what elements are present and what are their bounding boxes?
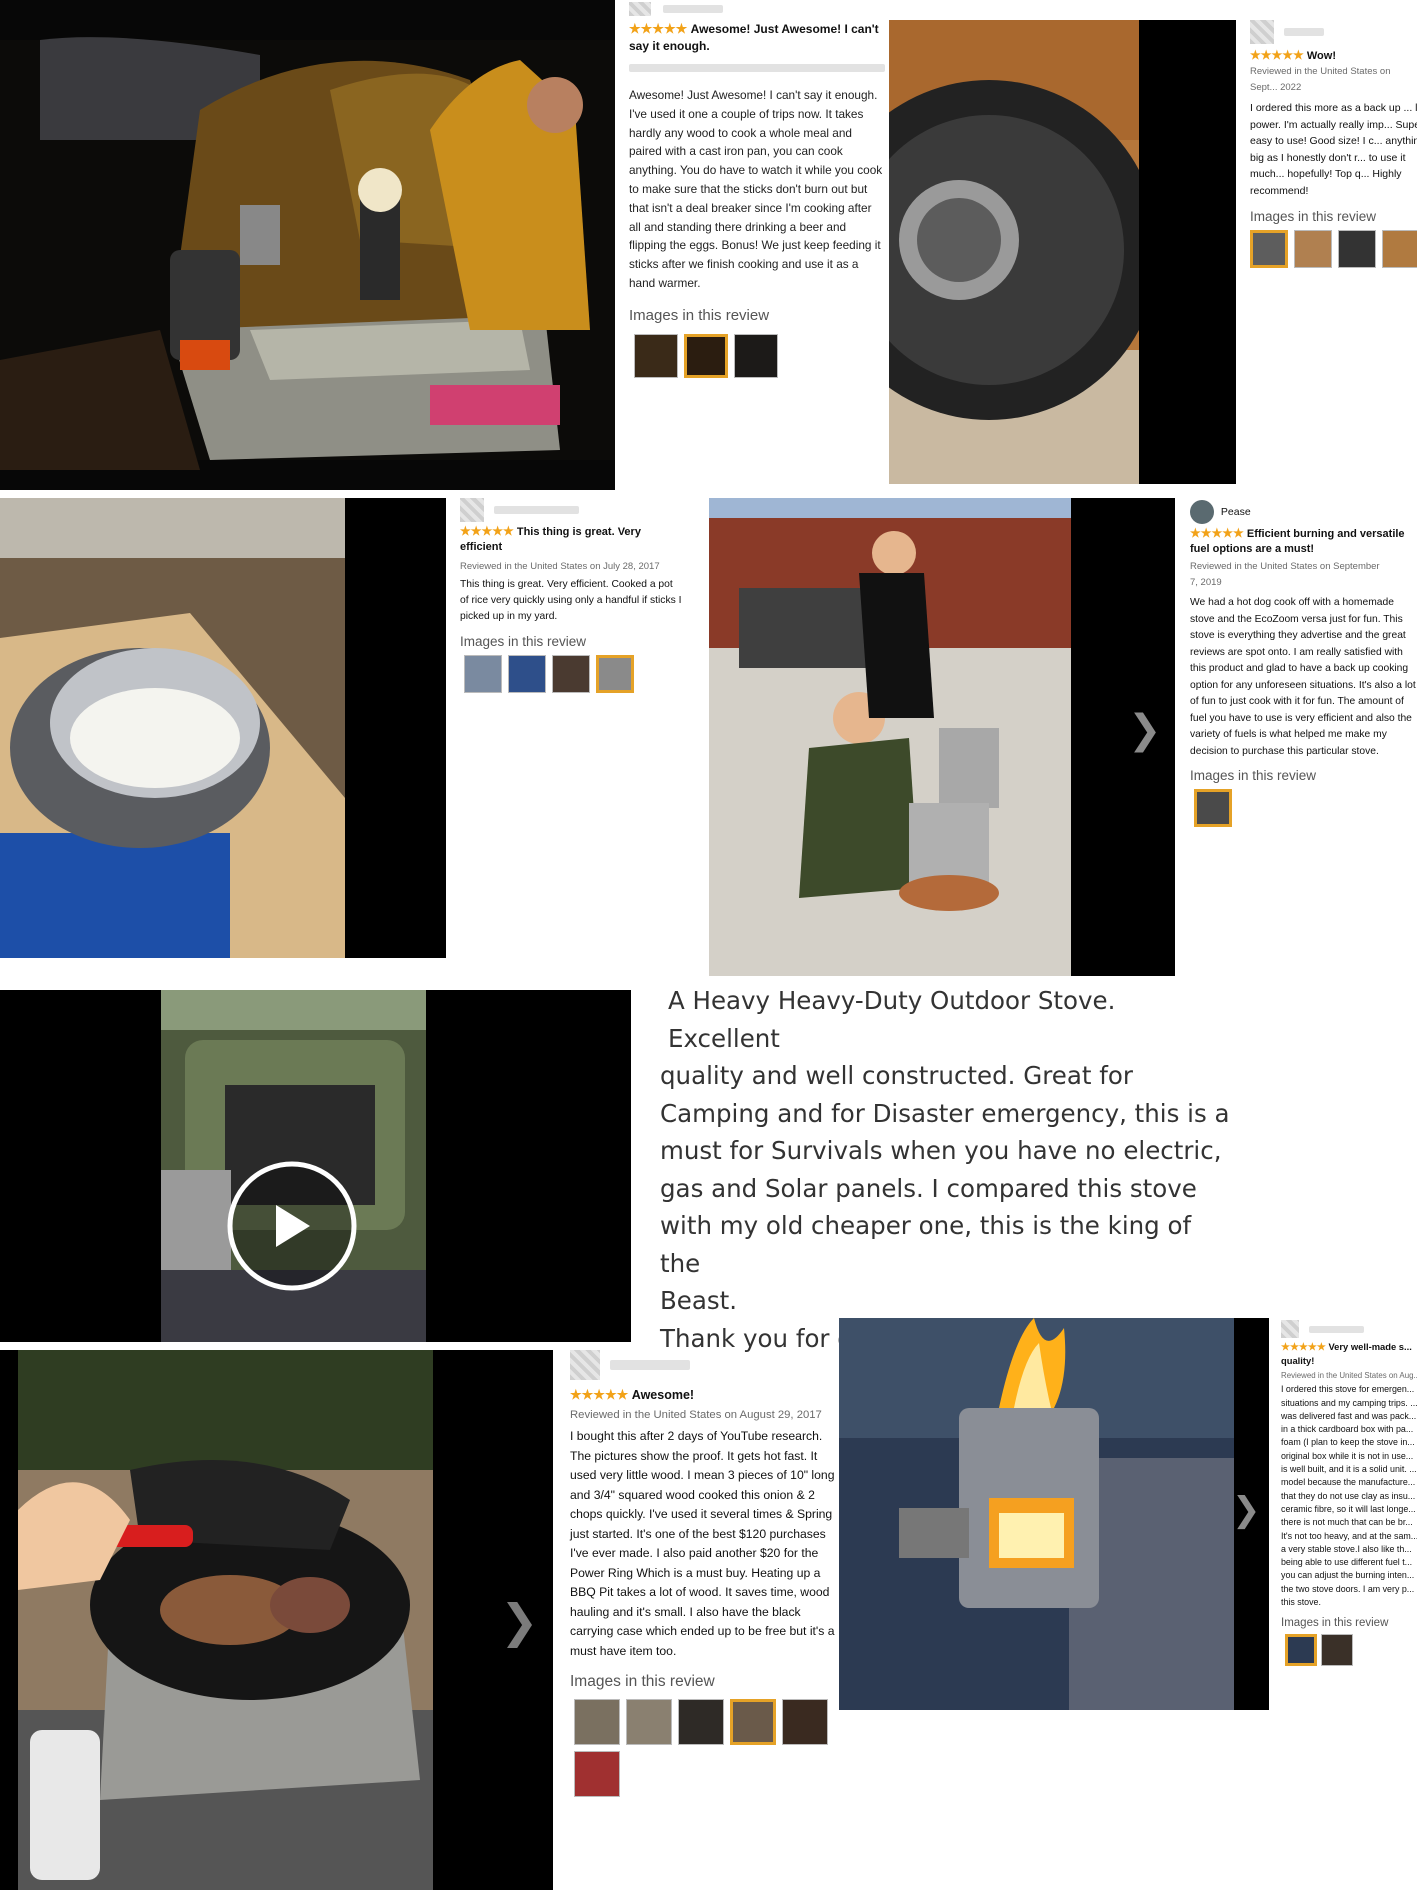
review-thumbnails bbox=[634, 333, 885, 378]
review-body: I ordered this more as a back up ... los… bbox=[1250, 102, 1417, 197]
chevron-right-icon: ❯ bbox=[1232, 1490, 1261, 1530]
reviewer-name-blurred bbox=[1284, 28, 1325, 36]
review-thumbnails bbox=[1285, 1634, 1417, 1667]
review-photo-camping-night[interactable] bbox=[0, 0, 615, 490]
review-author-row bbox=[1281, 1320, 1417, 1338]
review-card-1: ★★★★★ Awesome! Just Awesome! I can't say… bbox=[629, 0, 885, 378]
star-rating: ★★★★★ bbox=[629, 21, 688, 36]
review-thumbnail[interactable] bbox=[1321, 1634, 1353, 1667]
review-thumbnail[interactable] bbox=[626, 1699, 672, 1745]
play-icon[interactable] bbox=[272, 1202, 314, 1250]
review-photo-kids-cookoff[interactable] bbox=[709, 498, 1175, 976]
review-title[interactable]: Wow! bbox=[1307, 50, 1336, 62]
images-in-review-label: Images in this review bbox=[1281, 1617, 1389, 1630]
avatar bbox=[1250, 20, 1274, 44]
review-photo-steak-skillet[interactable] bbox=[0, 1350, 553, 1890]
review-thumbnail-selected[interactable] bbox=[684, 333, 728, 378]
reviewer-name-blurred bbox=[494, 506, 580, 514]
review-date: Reviewed in the United States on August … bbox=[570, 1409, 822, 1421]
review-thumbnail[interactable] bbox=[782, 1699, 828, 1745]
next-image-arrow[interactable]: ❯ bbox=[1128, 707, 1162, 753]
summary-line: A Heavy Heavy-Duty Outdoor Stove. Excell… bbox=[668, 986, 1116, 1053]
review-thumbnail-selected[interactable] bbox=[1285, 1634, 1317, 1667]
review-thumbnail[interactable] bbox=[634, 333, 678, 378]
images-in-review-label: Images in this review bbox=[1190, 768, 1317, 783]
images-in-review-label: Images in this review bbox=[570, 1673, 715, 1690]
star-rating: ★★★★★ bbox=[1281, 1342, 1326, 1354]
review-card-6: ★★★★★ Very well-made s... quality! Revie… bbox=[1281, 1320, 1417, 1667]
images-in-review-label: Images in this review bbox=[629, 306, 770, 324]
review-thumbnail[interactable] bbox=[574, 1751, 620, 1797]
review-author-row bbox=[570, 1350, 840, 1380]
avatar bbox=[1281, 1320, 1299, 1338]
review-author-row bbox=[1250, 20, 1417, 44]
review-thumbnail-selected[interactable] bbox=[730, 1699, 776, 1745]
reviewer-name-blurred bbox=[663, 4, 724, 13]
review-thumbnail-selected[interactable] bbox=[1250, 230, 1288, 268]
review-date: Reviewed in the United States on Septemb… bbox=[1190, 561, 1380, 588]
summary-line: must for Survivals when you have no elec… bbox=[660, 1136, 1222, 1165]
review-thumbnail-selected[interactable] bbox=[596, 655, 634, 693]
review-card-4: Pease ★★★★★ Efficient burning and versat… bbox=[1190, 500, 1417, 827]
summary-line: Camping and for Disaster emergency, this… bbox=[660, 1098, 1230, 1128]
avatar bbox=[570, 1350, 600, 1380]
next-image-arrow[interactable]: ❯ bbox=[500, 1594, 539, 1648]
review-author-row: Pease bbox=[1190, 500, 1417, 524]
review-date: Reviewed in the United States on Sept...… bbox=[1250, 66, 1391, 93]
review-date: Reviewed in the United States on July 28… bbox=[460, 561, 660, 572]
review-author-row bbox=[629, 0, 885, 18]
avatar bbox=[1190, 500, 1214, 524]
review-thumbnail[interactable] bbox=[1294, 230, 1332, 268]
reviewer-name-blurred bbox=[1309, 1325, 1365, 1333]
review-title[interactable]: Awesome! bbox=[632, 1388, 694, 1402]
star-rating: ★★★★★ bbox=[570, 1387, 629, 1402]
avatar bbox=[460, 498, 484, 522]
summary-line: gas and Solar panels. I compared this st… bbox=[660, 1173, 1197, 1203]
review-thumbnail[interactable] bbox=[574, 1699, 620, 1745]
review-card-2: ★★★★★ Wow! Reviewed in the United States… bbox=[1250, 20, 1417, 268]
summary-line: quality and well constructed. Great for bbox=[660, 1061, 1133, 1090]
images-in-review-label: Images in this review bbox=[1250, 209, 1377, 224]
review-photo-stove-fire[interactable] bbox=[839, 1318, 1269, 1710]
review-thumbnails bbox=[1194, 789, 1417, 827]
review-body: We had a hot dog cook off with a homemad… bbox=[1190, 597, 1416, 757]
review-thumbnails bbox=[1250, 230, 1417, 268]
star-rating: ★★★★★ bbox=[1190, 526, 1244, 540]
review-card-5: ★★★★★ Awesome! Reviewed in the United St… bbox=[570, 1350, 840, 1797]
review-body: This thing is great. Very efficient. Coo… bbox=[460, 579, 682, 622]
review-thumbnail[interactable] bbox=[552, 655, 590, 693]
reviewer-line-blurred bbox=[629, 63, 885, 72]
avatar bbox=[629, 1, 651, 16]
review-thumbnail[interactable] bbox=[1338, 230, 1376, 268]
chevron-right-icon: ❯ bbox=[500, 1594, 539, 1648]
summary-line: Beast. bbox=[660, 1286, 738, 1315]
chevron-right-icon: ❯ bbox=[1128, 707, 1162, 753]
star-rating: ★★★★★ bbox=[1250, 48, 1304, 62]
summary-line: with my old cheaper one, this is the kin… bbox=[660, 1211, 1192, 1278]
review-thumbnail-selected[interactable] bbox=[1194, 789, 1232, 827]
review-thumbnails bbox=[574, 1699, 839, 1797]
review-body: I ordered this stove for emergen... situ… bbox=[1281, 1384, 1417, 1607]
review-date: Reviewed in the United States on Aug... bbox=[1281, 1371, 1417, 1381]
review-body: I bought this after 2 days of YouTube re… bbox=[570, 1429, 835, 1658]
review-thumbnail[interactable] bbox=[734, 333, 778, 378]
review-thumbnail[interactable] bbox=[678, 1699, 724, 1745]
review-thumbnail[interactable] bbox=[1382, 230, 1417, 268]
seller-summary-text: A Heavy Heavy-Duty Outdoor Stove. Excell… bbox=[660, 982, 1230, 1357]
review-photo-rice-pot[interactable] bbox=[0, 498, 446, 958]
review-thumbnails bbox=[464, 655, 682, 693]
review-thumbnail[interactable] bbox=[508, 655, 546, 693]
review-body: Awesome! Just Awesome! I can't say it en… bbox=[629, 88, 883, 290]
review-card-3: ★★★★★ This thing is great. Very efficien… bbox=[460, 498, 682, 693]
images-in-review-label: Images in this review bbox=[460, 634, 587, 649]
reviewer-name-blurred bbox=[610, 1360, 691, 1370]
review-author-row bbox=[460, 498, 682, 522]
next-image-arrow[interactable]: ❯ bbox=[1232, 1490, 1261, 1530]
review-video-player[interactable] bbox=[0, 990, 631, 1342]
reviewer-name[interactable]: Pease bbox=[1221, 506, 1251, 518]
review-photo-stove-top[interactable] bbox=[889, 20, 1236, 484]
review-thumbnail[interactable] bbox=[464, 655, 502, 693]
star-rating: ★★★★★ bbox=[460, 524, 514, 538]
